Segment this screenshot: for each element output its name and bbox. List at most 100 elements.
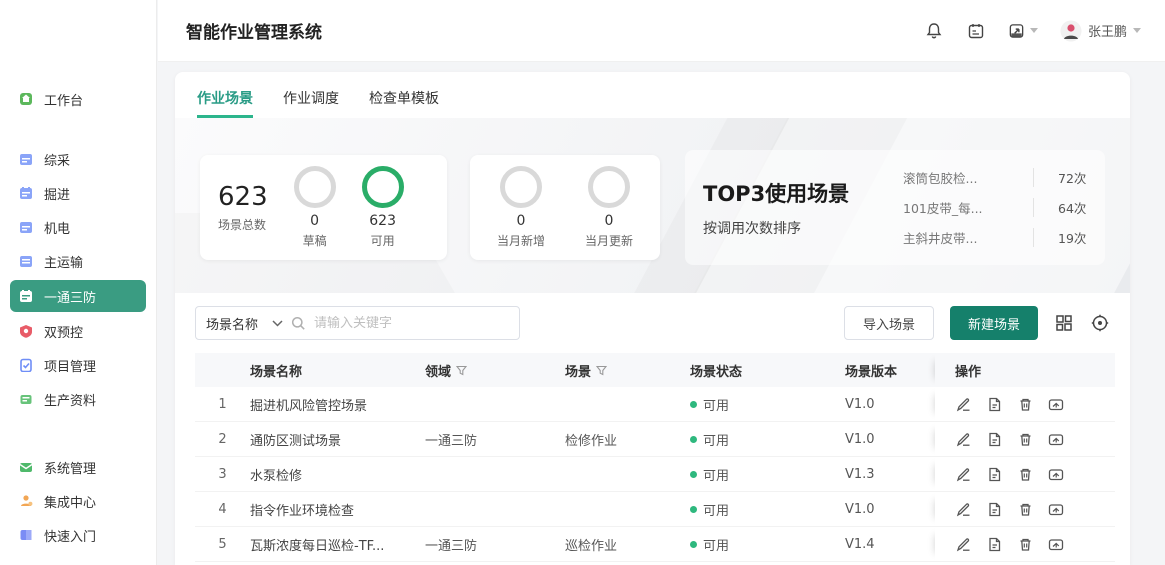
edit-icon[interactable] (955, 396, 971, 412)
delete-icon[interactable] (1017, 536, 1033, 552)
delete-icon[interactable] (1017, 501, 1033, 517)
transport-icon (18, 253, 34, 269)
draft-value: 0 (294, 213, 336, 229)
sidebar-item-production[interactable]: 生产资料 (10, 384, 146, 414)
tab-work-scheduling[interactable]: 作业调度 (283, 88, 339, 118)
share-icon[interactable] (1048, 536, 1064, 552)
top3-subtitle: 按调用次数排序 (703, 218, 903, 238)
sidebar-item-ventilation[interactable]: 一通三防 (10, 280, 146, 312)
domain-cell (425, 457, 565, 491)
sidebar-item-electromech[interactable]: 机电 (10, 212, 146, 242)
actions-cell (935, 457, 1115, 491)
header-index (195, 353, 250, 387)
share-icon[interactable] (1048, 396, 1064, 412)
top3-item-count: 64次 (1033, 198, 1086, 217)
share-icon[interactable] (1048, 466, 1064, 482)
domain-cell: 一通三防 (425, 422, 565, 456)
table-header-row: 场景名称 领域 场景 场景状态 场景版本 操作 (195, 353, 1115, 387)
month-updated-stat: 0 当月更新 (585, 166, 633, 249)
copy-icon[interactable] (986, 501, 1002, 517)
status-dot (690, 471, 697, 478)
sidebar-item-system[interactable]: 系统管理 (10, 452, 146, 482)
edit-icon[interactable] (955, 536, 971, 552)
sidebar-item-mining[interactable]: 综采 (10, 144, 146, 174)
version-cell: V1.0 (845, 422, 935, 456)
table-row[interactable]: 1 掘进机风险管控场景 可用 V1.0 (195, 387, 1115, 422)
edit-icon[interactable] (955, 431, 971, 447)
available-value: 623 (362, 213, 404, 229)
tunneling-icon (18, 185, 34, 201)
share-icon[interactable] (1048, 431, 1064, 447)
delete-icon[interactable] (1017, 396, 1033, 412)
sidebar-item-label: 机电 (44, 218, 70, 237)
sidebar-item-quickstart[interactable]: 快速入门 (10, 520, 146, 550)
header-domain[interactable]: 领域 (425, 353, 565, 387)
user-name: 张王鹏 (1088, 21, 1127, 40)
edit-icon[interactable] (955, 466, 971, 482)
row-index: 3 (195, 457, 250, 491)
top3-item-count: 19次 (1033, 228, 1086, 247)
copy-icon[interactable] (986, 396, 1002, 412)
sidebar-item-project[interactable]: 项目管理 (10, 350, 146, 380)
sidebar-item-tunneling[interactable]: 掘进 (10, 178, 146, 208)
tab-checklist-templates[interactable]: 检查单模板 (369, 88, 439, 118)
row-index: 2 (195, 422, 250, 456)
sidebar-item-workbench[interactable]: 工作台 (10, 84, 146, 114)
edit-icon[interactable] (955, 501, 971, 517)
filter-icon[interactable] (596, 365, 607, 376)
header-scene[interactable]: 场景 (565, 353, 690, 387)
screen-share-icon[interactable] (1008, 21, 1038, 41)
sidebar-item-dual-control[interactable]: 双预控 (10, 316, 146, 346)
draft-ring (294, 166, 336, 208)
domain-cell (425, 387, 565, 421)
electromech-icon (18, 219, 34, 235)
row-index: 1 (195, 387, 250, 421)
copy-icon[interactable] (986, 536, 1002, 552)
keyword-search-input[interactable] (314, 316, 509, 331)
user-menu[interactable]: 张王鹏 (1060, 20, 1141, 42)
settings-icon[interactable] (1090, 313, 1110, 333)
calendar-icon[interactable] (966, 21, 986, 41)
filter-icon[interactable] (456, 365, 467, 376)
sidebar-item-label: 集成中心 (44, 492, 96, 511)
delete-icon[interactable] (1017, 466, 1033, 482)
status-badge: 可用 (703, 430, 729, 449)
tab-work-scenes[interactable]: 作业场景 (197, 88, 253, 118)
status-cell: 可用 (690, 492, 845, 526)
available-stat: 623 可用 (362, 166, 404, 249)
import-scene-button[interactable]: 导入场景 (844, 306, 934, 340)
create-scene-button[interactable]: 新建场景 (950, 306, 1038, 340)
table-row[interactable]: 4 指令作业环境检查 可用 V1.0 (195, 492, 1115, 527)
scene-cell: 巡检作业 (565, 527, 690, 561)
sidebar-item-label: 生产资料 (44, 390, 96, 409)
sidebar-item-label: 双预控 (44, 322, 83, 341)
table-toolbar: 场景名称 导入场景 新建场景 (195, 305, 1110, 341)
month-new-ring (500, 166, 542, 208)
copy-icon[interactable] (986, 431, 1002, 447)
copy-icon[interactable] (986, 466, 1002, 482)
table-row[interactable]: 3 水泵检修 可用 V1.3 (195, 457, 1115, 492)
delete-icon[interactable] (1017, 431, 1033, 447)
search-field-select[interactable]: 场景名称 (206, 314, 283, 333)
top3-item: 滚筒包胶检... 72次 (903, 163, 1087, 193)
available-ring (362, 166, 404, 208)
bell-icon[interactable] (924, 21, 944, 41)
scene-cell (565, 457, 690, 491)
domain-cell: 一通三防 (425, 527, 565, 561)
card-view-icon[interactable] (1054, 313, 1074, 333)
header-version: 场景版本 (845, 353, 935, 387)
project-icon (18, 357, 34, 373)
share-icon[interactable] (1048, 501, 1064, 517)
sidebar-item-transport[interactable]: 主运输 (10, 246, 146, 276)
header-actions: 操作 (935, 353, 1115, 387)
table-row[interactable]: 5 瓦斯浓度每日巡检-TF... 一通三防 巡检作业 可用 V1.4 (195, 527, 1115, 562)
status-badge: 可用 (703, 535, 729, 554)
mining-icon (18, 151, 34, 167)
actions-cell (935, 387, 1115, 421)
monthly-stats-card: 0 当月新增 0 当月更新 (470, 155, 660, 260)
sidebar-item-label: 综采 (44, 150, 70, 169)
sidebar-item-integration[interactable]: 集成中心 (10, 486, 146, 516)
top3-title: TOP3使用场景 (703, 178, 903, 208)
table-row[interactable]: 2 通防区测试场景 一通三防 检修作业 可用 V1.0 (195, 422, 1115, 457)
status-dot (690, 541, 697, 548)
